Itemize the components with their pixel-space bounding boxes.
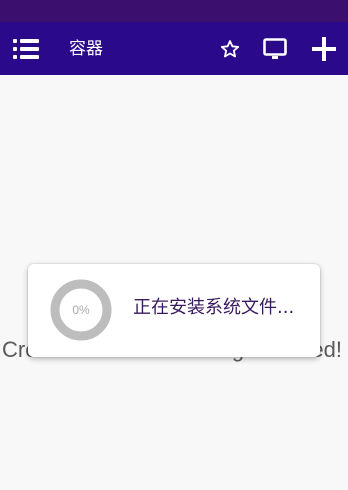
monitor-icon (263, 38, 287, 59)
star-outline-icon (220, 40, 240, 58)
plus-icon (312, 37, 336, 61)
menu-button[interactable] (8, 32, 44, 66)
install-status-message: 正在安装系统文件... (133, 297, 295, 318)
favorite-button[interactable] (214, 34, 246, 64)
add-container-button[interactable] (306, 32, 342, 66)
progress-percent-label: 0% (72, 303, 90, 317)
display-button[interactable] (258, 34, 292, 64)
page-title: 容器 (69, 39, 103, 59)
list-menu-icon (13, 39, 39, 59)
install-progress-dialog: 0% 正在安装系统文件... (28, 264, 320, 357)
app-bar: 容器 (0, 22, 348, 75)
status-bar (0, 0, 348, 22)
